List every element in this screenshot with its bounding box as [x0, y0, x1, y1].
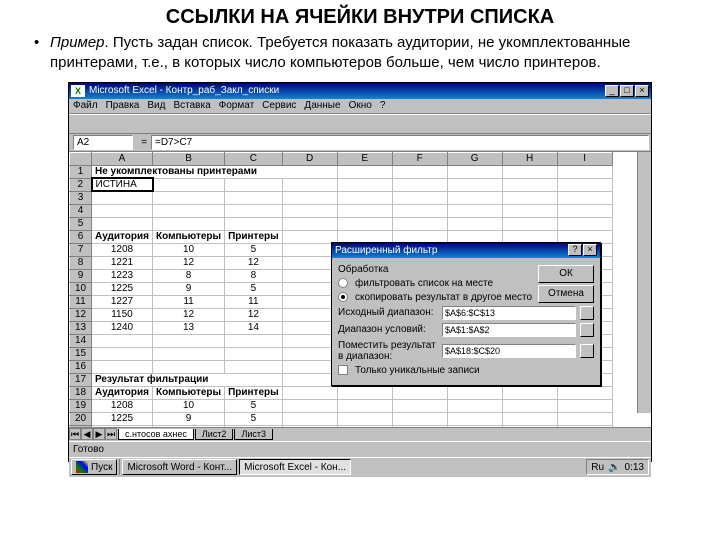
minimize-button[interactable]: _: [605, 85, 619, 97]
ok-button[interactable]: ОК: [538, 265, 594, 283]
excel-window: X Microsoft Excel - Контр_раб_Закл_списк…: [68, 82, 652, 462]
dialog-close-button[interactable]: ×: [583, 244, 597, 256]
menu-item[interactable]: Данные: [304, 100, 340, 112]
menu-bar: Файл Правка Вид Вставка Формат Сервис Данные Ок…: [69, 99, 651, 114]
refedit-icon[interactable]: [580, 323, 594, 337]
menu-item[interactable]: Окно: [349, 100, 372, 112]
tab-nav[interactable]: ⏮: [69, 428, 81, 440]
sheet-tab[interactable]: Лист2: [195, 429, 234, 440]
equals-label: =: [137, 137, 151, 148]
toolbar-button[interactable]: [71, 115, 89, 132]
app-icon: X: [71, 85, 85, 97]
cancel-button[interactable]: Отмена: [538, 285, 594, 303]
window-title: Microsoft Excel - Контр_раб_Закл_списки: [89, 85, 279, 96]
refedit-icon[interactable]: [580, 306, 594, 320]
slide-title: ССЫЛКИ НА ЯЧЕЙКИ ВНУТРИ СПИСКА: [0, 0, 720, 33]
tab-nav[interactable]: ▶: [93, 428, 105, 440]
refedit-icon[interactable]: [580, 344, 594, 358]
dst-label: Поместить результат в диапазон:: [338, 340, 438, 362]
status-bar: Готово: [69, 441, 651, 457]
vertical-scrollbar[interactable]: [637, 152, 651, 413]
dialog-title-bar[interactable]: Расширенный фильтр ? ×: [332, 243, 600, 258]
copy-to-input[interactable]: $A$18:$C$20: [442, 344, 576, 358]
menu-item[interactable]: Вид: [147, 100, 165, 112]
worksheet[interactable]: ABCDEFGHI1Не укомплектованы принтерами2И…: [69, 152, 651, 427]
menu-item[interactable]: Правка: [106, 100, 140, 112]
menu-item[interactable]: Файл: [73, 100, 98, 112]
menu-item[interactable]: ?: [380, 100, 386, 112]
title-bar[interactable]: X Microsoft Excel - Контр_раб_Закл_списк…: [69, 83, 651, 99]
src-range-input[interactable]: $A$6:$C$13: [442, 306, 576, 320]
dialog-help-button[interactable]: ?: [568, 244, 582, 256]
formula-bar: A2 = =D7>C7: [69, 134, 651, 152]
tab-nav[interactable]: ⏭: [105, 428, 117, 440]
sheet-tabs[interactable]: ⏮◀▶⏭с.нтосов ахнесЛист2Лист3: [69, 427, 651, 441]
formula-input[interactable]: =D7>C7: [151, 135, 649, 150]
sheet-tab[interactable]: с.нтосов ахнес: [118, 429, 194, 440]
menu-item[interactable]: Сервис: [262, 100, 296, 112]
menu-item[interactable]: Формат: [219, 100, 255, 112]
crit-label: Диапазон условий:: [338, 324, 438, 335]
taskbar-item[interactable]: Microsoft Word - Конт...: [122, 459, 237, 475]
menu-item[interactable]: Вставка: [173, 100, 210, 112]
advanced-filter-dialog: Расширенный фильтр ? × Обработка фильтро…: [331, 242, 601, 386]
system-tray[interactable]: Ru🔊0:13: [586, 459, 649, 475]
src-label: Исходный диапазон:: [338, 307, 438, 318]
start-button[interactable]: Пуск: [71, 459, 117, 475]
maximize-button[interactable]: □: [620, 85, 634, 97]
unique-checkbox[interactable]: Только уникальные записи: [338, 365, 594, 376]
taskbar: Пуск Microsoft Word - Конт... Microsoft …: [69, 457, 651, 477]
name-box[interactable]: A2: [73, 135, 133, 150]
criteria-range-input[interactable]: $A$1:$A$2: [442, 323, 576, 337]
sheet-tab[interactable]: Лист3: [234, 429, 273, 440]
close-button[interactable]: ×: [635, 85, 649, 97]
tab-nav[interactable]: ◀: [81, 428, 93, 440]
example-bullet: •Пример. Пусть задан список. Требуется п…: [0, 33, 720, 82]
standard-toolbar: [69, 114, 651, 134]
taskbar-item[interactable]: Microsoft Excel - Кон...: [239, 459, 351, 475]
